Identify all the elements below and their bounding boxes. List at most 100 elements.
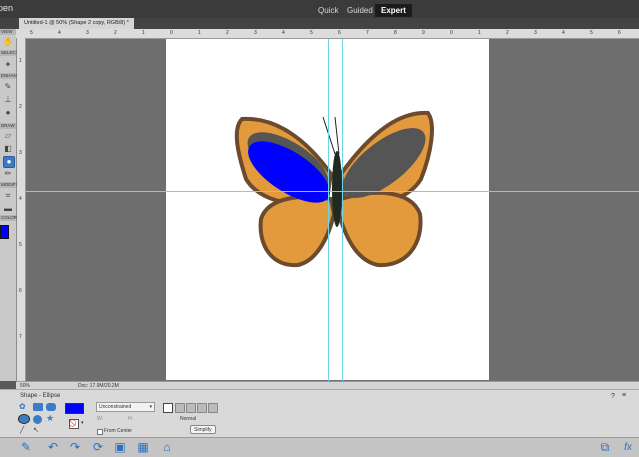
blend-mode-label: Normal <box>180 416 197 422</box>
ruler-left-tick: 7 <box>19 334 22 340</box>
tab-guided[interactable]: Guided <box>343 4 377 17</box>
eraser-icon[interactable]: ▱ <box>3 131 13 141</box>
ruler-top-tick: 3 <box>534 30 537 36</box>
pencil-icon[interactable]: ✏ <box>3 169 13 179</box>
top-menu-bar: pen Quick Guided Expert <box>0 0 639 18</box>
ruler-left-tick: 5 <box>19 242 22 248</box>
bottom-taskbar: ✎ ↶ ↷ ⟳ ▣ ▦ ⌂ ⧉ fx <box>0 437 639 457</box>
fill-color-swatch[interactable] <box>65 403 84 414</box>
exclude-mode-icon[interactable] <box>208 403 218 413</box>
ruler-top-tick: 4 <box>58 30 61 36</box>
ruler-top-tick: 3 <box>254 30 257 36</box>
ruler-top-tick: 9 <box>422 30 425 36</box>
ruler-top-tick: 6 <box>338 30 341 36</box>
tab-quick[interactable]: Quick <box>314 4 342 17</box>
section-select: SELECT <box>0 50 19 56</box>
crop-icon[interactable]: ⌗ <box>3 191 13 201</box>
ruler-top-tick: 8 <box>394 30 397 36</box>
gradient-icon[interactable]: ◧ <box>3 144 13 154</box>
sponge-icon[interactable]: ● <box>3 108 13 118</box>
ruler-top-tick: 0 <box>450 30 453 36</box>
ruler-top-tick: 5 <box>310 30 313 36</box>
section-draw: DRAW <box>0 123 16 129</box>
hand-tool-icon[interactable]: ✋ <box>3 37 13 47</box>
toolbox: VIEW ✋ SELECT ✦ ENHANCE ✎ ⊥ ● DRAW ▱ ◧ ●… <box>0 29 24 381</box>
ruler-left-tick: 4 <box>19 196 22 202</box>
subtract-mode-icon[interactable] <box>186 403 196 413</box>
help-icon[interactable]: ? <box>611 393 615 400</box>
tab-expert[interactable]: Expert <box>375 4 412 17</box>
tool-name-label: Shape - Ellipse <box>20 393 61 399</box>
ruler-top-tick: 2 <box>114 30 117 36</box>
right-antenna <box>334 116 340 155</box>
rotate-icon[interactable]: ⟳ <box>91 441 105 454</box>
open-menu[interactable]: pen <box>0 3 13 13</box>
polygon-shape-icon[interactable] <box>33 415 42 424</box>
from-center-label: From Center <box>104 428 133 434</box>
custom-shape-icon[interactable]: ✿ <box>19 403 29 411</box>
width-label: W: <box>97 416 104 422</box>
magic-wand-icon[interactable]: ✦ <box>3 60 13 70</box>
constraint-value: Unconstrained <box>99 404 132 410</box>
simplify-button[interactable]: Simplify <box>190 425 216 434</box>
ruler-top-tick: 5 <box>30 30 33 36</box>
new-layer-mode-icon[interactable] <box>163 403 173 413</box>
tool-options-panel: Shape - Ellipse ✿ ★ ╱ ↖ ⃠ ▾ Unconstraine… <box>0 389 639 438</box>
intersect-mode-icon[interactable] <box>197 403 207 413</box>
document-tab[interactable]: Untitled-1 @ 50% (Shape 2 copy, RGB/8) * <box>19 18 134 29</box>
guide-vertical-2[interactable] <box>342 39 343 381</box>
ruler-left: 1 2 3 4 5 6 7 <box>17 38 26 381</box>
brush-icon[interactable]: ✎ <box>3 82 13 92</box>
layout-icon[interactable]: ▣ <box>113 441 127 454</box>
height-label: H: <box>128 416 133 422</box>
ruler-top: 5 4 3 2 1 0 1 2 3 4 5 6 7 8 9 0 1 2 3 4 5 6 <box>16 29 639 39</box>
ruler-top-tick: 1 <box>198 30 201 36</box>
ruler-top-tick: 5 <box>590 30 593 36</box>
ruler-top-tick: 3 <box>86 30 89 36</box>
section-modify: MODIFY <box>0 182 19 188</box>
ruler-top-tick: 0 <box>170 30 173 36</box>
ruler-top-tick: 1 <box>142 30 145 36</box>
section-view: VIEW <box>0 29 16 35</box>
add-mode-icon[interactable] <box>175 403 185 413</box>
shape-selection-icon[interactable]: ↖ <box>33 426 39 434</box>
guide-vertical-1[interactable] <box>328 39 329 381</box>
style-dropdown-arrow-icon[interactable]: ▾ <box>81 420 84 426</box>
section-color: COLOR <box>0 215 18 221</box>
ellipse-tool-icon[interactable]: ● <box>3 156 15 168</box>
from-center-checkbox[interactable] <box>97 429 103 435</box>
ruler-left-tick: 3 <box>19 150 22 156</box>
ruler-top-tick: 1 <box>478 30 481 36</box>
section-enhance: ENHANCE <box>0 73 24 79</box>
redo-icon[interactable]: ↷ <box>68 441 82 454</box>
no-style-icon[interactable]: ⃠ <box>69 419 79 429</box>
ruler-top-tick: 2 <box>506 30 509 36</box>
ruler-top-tick: 7 <box>366 30 369 36</box>
guide-horizontal[interactable] <box>26 191 639 192</box>
stamp-icon[interactable]: ⊥ <box>3 95 13 105</box>
layers-icon[interactable]: ⧉ <box>598 441 612 454</box>
chevron-down-icon: ▾ <box>149 404 152 410</box>
ruler-top-tick: 2 <box>226 30 229 36</box>
lower-right-wing <box>336 190 423 268</box>
undo-icon[interactable]: ↶ <box>46 441 60 454</box>
tool-options-icon[interactable]: ✎ <box>19 441 33 454</box>
line-shape-icon[interactable]: ╱ <box>20 426 24 434</box>
geometry-constraint-select[interactable]: Unconstrained ▾ <box>96 402 155 412</box>
home-icon[interactable]: ⌂ <box>160 441 174 454</box>
ellipse-shape-option-icon[interactable] <box>18 414 30 424</box>
panel-menu-icon[interactable]: ≡ <box>622 392 626 399</box>
butterfly-body <box>332 151 342 227</box>
organizer-icon[interactable]: ▦ <box>136 441 150 454</box>
ruler-top-tick: 4 <box>562 30 565 36</box>
effects-fx-icon[interactable]: fx <box>621 441 635 454</box>
foreground-color-swatch[interactable] <box>0 225 9 239</box>
straighten-icon[interactable]: ▬ <box>3 204 13 214</box>
rounded-rect-shape-icon[interactable] <box>46 403 56 411</box>
ruler-top-tick: 6 <box>618 30 621 36</box>
ruler-left-tick: 2 <box>19 104 22 110</box>
rectangle-shape-icon[interactable] <box>33 403 43 411</box>
left-antenna <box>322 116 336 155</box>
ruler-left-tick: 6 <box>19 288 22 294</box>
star-shape-icon[interactable]: ★ <box>46 414 54 423</box>
